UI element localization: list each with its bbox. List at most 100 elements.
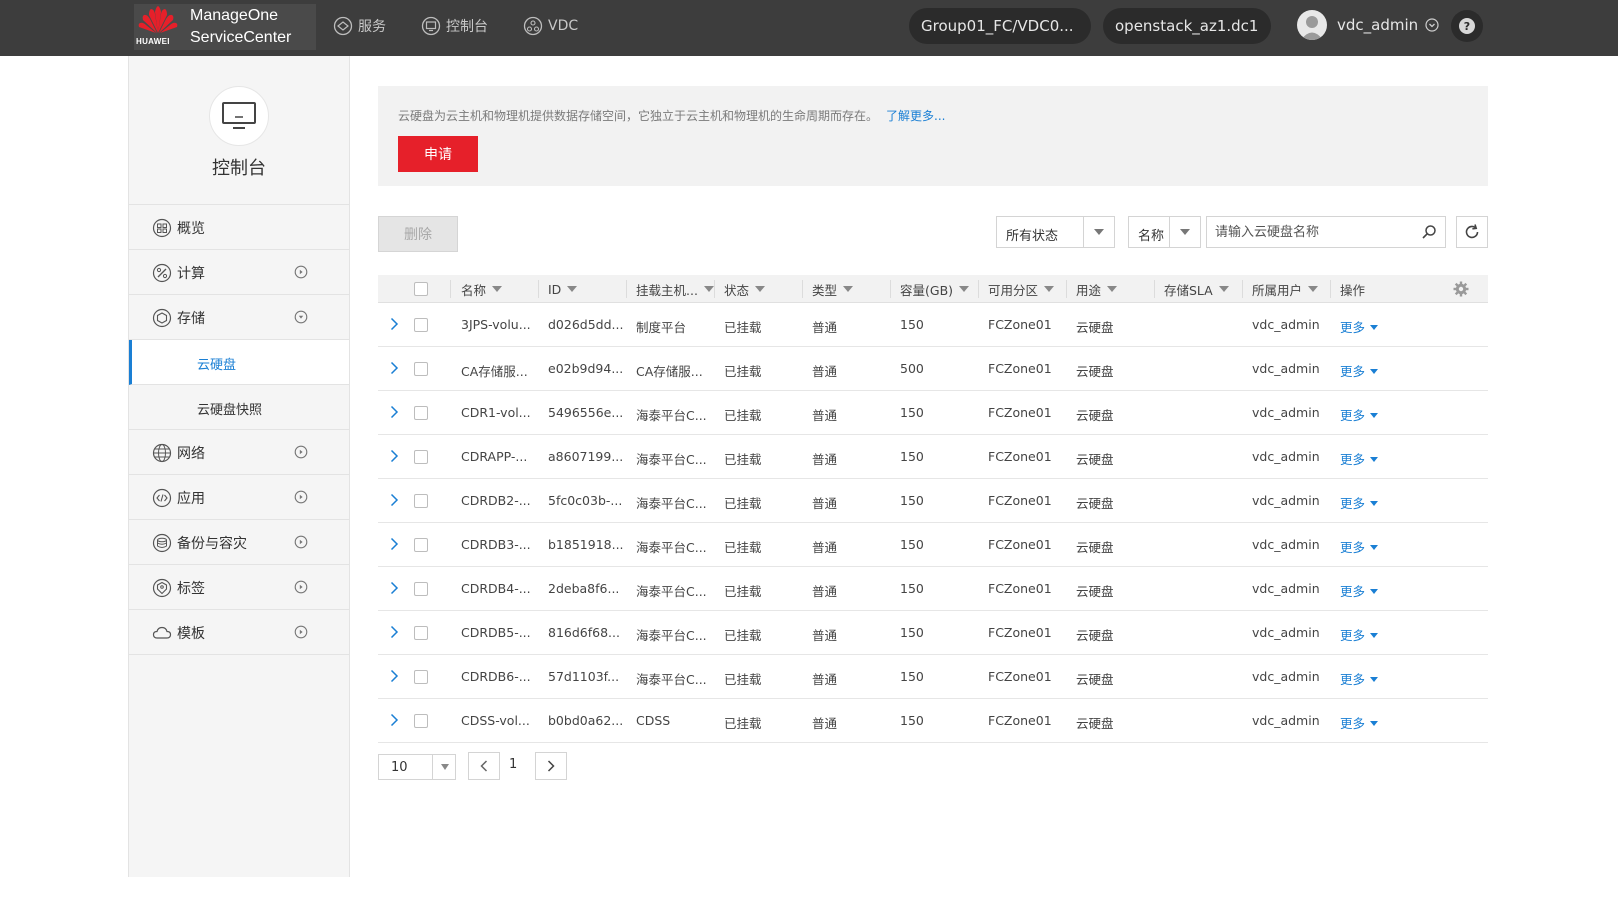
- row-checkbox[interactable]: [414, 582, 428, 596]
- more-actions-button[interactable]: 更多: [1340, 493, 1379, 512]
- col-header-usage[interactable]: 用途: [1076, 275, 1118, 303]
- expand-row-icon[interactable]: [388, 537, 400, 551]
- more-actions-button[interactable]: 更多: [1340, 449, 1379, 468]
- expand-arrow-icon[interactable]: [294, 580, 308, 594]
- status-filter-select[interactable]: 所有状态: [996, 216, 1115, 248]
- table-row[interactable]: CDRDB4-... 2deba8f6... 海泰平台C... 已挂载 普通 150 FCZ…: [378, 567, 1488, 611]
- sidebar-subitem-disk-snapshot[interactable]: 云硬盘快照: [129, 385, 349, 430]
- search-icon[interactable]: [1421, 224, 1437, 240]
- project-selector[interactable]: Group01_FC/VDC0...: [909, 8, 1091, 44]
- gear-icon[interactable]: [1453, 281, 1469, 297]
- table-row[interactable]: CDR1-vol... 5496556e... 海泰平台C... 已挂载 普通 150 FC…: [378, 391, 1488, 435]
- current-page-number[interactable]: 1: [509, 757, 517, 772]
- table-row[interactable]: CDRAPP-... a8607199... 海泰平台C... 已挂载 普通 150 FCZ…: [378, 435, 1488, 479]
- more-actions-button[interactable]: 更多: [1340, 317, 1379, 336]
- col-header-user[interactable]: 所属用户: [1252, 275, 1319, 303]
- col-header-sla[interactable]: 存储SLA: [1164, 275, 1229, 303]
- expand-row-icon[interactable]: [388, 405, 400, 419]
- more-actions-button[interactable]: 更多: [1340, 713, 1379, 732]
- cell-id: 5fc0c03b-...: [548, 493, 623, 508]
- checkbox[interactable]: [414, 282, 428, 296]
- sidebar-item-overview[interactable]: 概览: [129, 205, 349, 250]
- expand-arrow-icon[interactable]: [294, 445, 308, 459]
- collapse-arrow-icon[interactable]: [294, 310, 308, 324]
- more-actions-button[interactable]: 更多: [1340, 537, 1379, 556]
- refresh-button[interactable]: [1456, 216, 1488, 248]
- cell-zone: FCZone01: [988, 405, 1052, 420]
- sidebar-item-label: 概览: [177, 221, 205, 237]
- expand-row-icon[interactable]: [388, 361, 400, 375]
- expand-row-icon[interactable]: [388, 669, 400, 683]
- table-row[interactable]: 3JPS-volu... d026d5dd... 制度平台 已挂载 普通 150 FCZon…: [378, 303, 1488, 347]
- table-row[interactable]: CDRDB3-... b1851918... 海泰平台C... 已挂载 普通 150 FCZ…: [378, 523, 1488, 567]
- sidebar-item-network[interactable]: 网络: [129, 430, 349, 475]
- col-header-name[interactable]: 名称: [461, 275, 503, 303]
- row-checkbox[interactable]: [414, 318, 428, 332]
- region-selector[interactable]: openstack_az1.dc1: [1103, 8, 1271, 44]
- expand-row-icon[interactable]: [388, 581, 400, 595]
- help-button[interactable]: ?: [1451, 10, 1483, 42]
- col-header-host[interactable]: 挂载主机...: [636, 275, 714, 303]
- expand-arrow-icon[interactable]: [294, 625, 308, 639]
- col-header-label: 所属用户: [1252, 282, 1303, 298]
- cell-user: vdc_admin: [1252, 713, 1320, 728]
- prev-page-button[interactable]: [468, 752, 500, 780]
- expand-arrow-icon[interactable]: [294, 535, 308, 549]
- brand-logo[interactable]: HUAWEI ManageOne ServiceCenter: [134, 4, 316, 50]
- row-checkbox[interactable]: [414, 494, 428, 508]
- col-header-zone[interactable]: 可用分区: [988, 275, 1055, 303]
- more-actions-button[interactable]: 更多: [1340, 581, 1379, 600]
- more-actions-button[interactable]: 更多: [1340, 405, 1379, 424]
- expand-row-icon[interactable]: [388, 625, 400, 639]
- nav-console[interactable]: 控制台: [421, 16, 488, 36]
- expand-row-icon[interactable]: [388, 449, 400, 463]
- nav-service[interactable]: 服务: [333, 16, 386, 36]
- sidebar-item-template[interactable]: 模板: [129, 610, 349, 655]
- col-header-capacity[interactable]: 容量(GB): [900, 275, 970, 303]
- row-checkbox[interactable]: [414, 362, 428, 376]
- cell-user: vdc_admin: [1252, 493, 1320, 508]
- cell-type: 普通: [812, 452, 838, 467]
- expand-row-icon[interactable]: [388, 317, 400, 331]
- more-actions-button[interactable]: 更多: [1340, 361, 1379, 380]
- sidebar-item-tag[interactable]: 标签: [129, 565, 349, 610]
- sidebar-subitem-cloud-disk[interactable]: 云硬盘: [129, 340, 349, 385]
- row-checkbox[interactable]: [414, 538, 428, 552]
- table-row[interactable]: CDSS-vol... b0bd0a62... CDSS 已挂载 普通 150 FCZone…: [378, 699, 1488, 743]
- table-row[interactable]: CDRDB2-... 5fc0c03b-... 海泰平台C... 已挂载 普通 150 FC…: [378, 479, 1488, 523]
- sidebar-item-application[interactable]: 应用: [129, 475, 349, 520]
- more-actions-button[interactable]: 更多: [1340, 669, 1379, 688]
- delete-button[interactable]: 删除: [378, 216, 458, 252]
- project-selector-value: Group01_FC/VDC0...: [921, 17, 1074, 35]
- col-header-label: 操作: [1340, 282, 1366, 298]
- col-header-type[interactable]: 类型: [812, 275, 854, 303]
- nav-vdc[interactable]: VDC: [523, 16, 578, 36]
- row-checkbox[interactable]: [414, 450, 428, 464]
- field-filter-select[interactable]: 名称: [1128, 216, 1201, 248]
- expand-arrow-icon[interactable]: [294, 265, 308, 279]
- sidebar-item-backup[interactable]: 备份与容灾: [129, 520, 349, 565]
- col-header-id[interactable]: ID: [548, 275, 578, 303]
- expand-row-icon[interactable]: [388, 713, 400, 727]
- sidebar-item-storage[interactable]: 存储: [129, 295, 349, 340]
- col-header-status[interactable]: 状态: [724, 275, 766, 303]
- select-all-checkbox[interactable]: [414, 275, 428, 303]
- more-actions-button[interactable]: 更多: [1340, 625, 1379, 644]
- cell-host: 海泰平台C...: [636, 540, 707, 555]
- sidebar-item-compute[interactable]: 计算: [129, 250, 349, 295]
- row-checkbox[interactable]: [414, 626, 428, 640]
- search-input[interactable]: [1207, 217, 1412, 247]
- table-row[interactable]: CA存储服... e02b9d94... CA存储服... 已挂载 普通 500 FCZon…: [378, 347, 1488, 391]
- expand-arrow-icon[interactable]: [294, 490, 308, 504]
- row-checkbox[interactable]: [414, 714, 428, 728]
- learn-more-link[interactable]: 了解更多...: [886, 109, 945, 123]
- page-size-select[interactable]: 10: [378, 754, 456, 780]
- row-checkbox[interactable]: [414, 670, 428, 684]
- table-row[interactable]: CDRDB5-... 816d6f68... 海泰平台C... 已挂载 普通 150 FCZ…: [378, 611, 1488, 655]
- expand-row-icon[interactable]: [388, 493, 400, 507]
- table-row[interactable]: CDRDB6-... 57d1103f... 海泰平台C... 已挂载 普通 150 FCZ…: [378, 655, 1488, 699]
- apply-button[interactable]: 申请: [398, 136, 478, 172]
- user-menu[interactable]: vdc_admin: [1297, 10, 1439, 40]
- next-page-button[interactable]: [535, 752, 567, 780]
- row-checkbox[interactable]: [414, 406, 428, 420]
